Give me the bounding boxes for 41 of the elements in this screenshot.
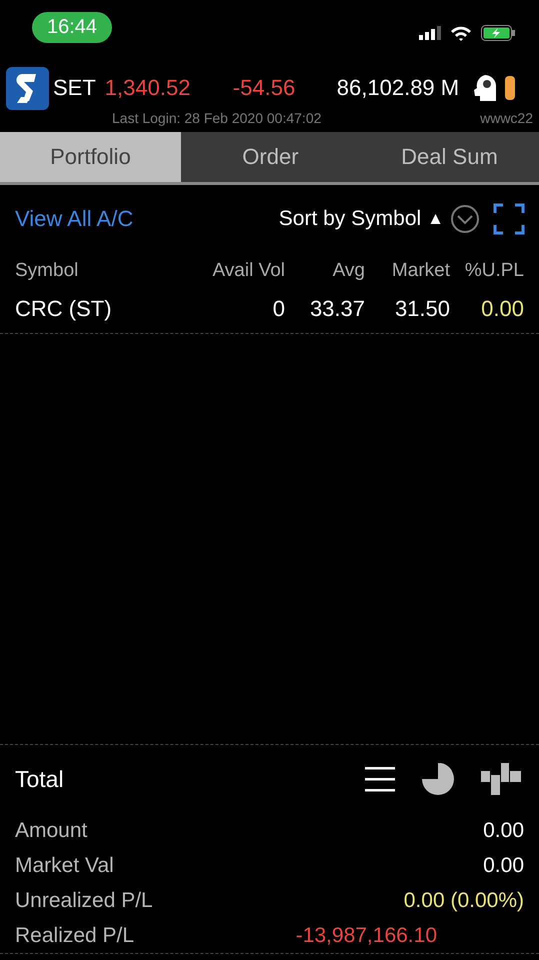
index-change: -54.56 — [232, 75, 296, 101]
tab[interactable]: Order — [180, 132, 360, 182]
user-id: wwwc22 — [480, 110, 533, 128]
summary-label: Unrealized P/L — [15, 888, 153, 912]
view-all-link[interactable]: View All A/C — [15, 206, 134, 232]
tab[interactable]: Deal Sum — [360, 132, 539, 182]
summary-label: Realized P/L — [15, 924, 134, 948]
column-header: Avail Vol — [211, 259, 285, 283]
summary-value: -13,987,166.10 — [296, 924, 437, 948]
column-header: Market — [390, 259, 450, 283]
index-name: SET — [53, 75, 96, 101]
table-cell-text: 33.37 — [308, 295, 365, 323]
column-header: Symbol — [15, 259, 80, 283]
column-header: %U.PL — [464, 259, 524, 283]
summary-label: Amount — [15, 818, 88, 842]
list-icon[interactable] — [365, 766, 395, 792]
battery-charging-icon — [481, 25, 515, 41]
signal-icon — [419, 26, 441, 40]
total-title: Total — [15, 766, 64, 792]
table-cell-text: 0 — [272, 295, 285, 323]
table-cell-text: 31.50 — [394, 295, 450, 323]
column-header: Avg — [332, 259, 365, 283]
summary-value: 0.00 — [483, 818, 524, 842]
index-value: 1,340.52 — [104, 75, 192, 101]
tab[interactable]: Portfolio — [0, 132, 181, 182]
summary-value: 0.00 — [483, 854, 524, 878]
clock: 16:44 — [32, 12, 112, 42]
pie-chart-icon[interactable] — [421, 762, 455, 796]
table-cell-text: 0.00 — [480, 295, 524, 323]
summary-value: 0.00 (0.00%) — [404, 888, 524, 912]
dropdown-icon[interactable] — [450, 204, 480, 234]
table-cell-text: CRC (ST) — [15, 295, 113, 323]
wifi-icon — [451, 26, 471, 40]
sort-arrow[interactable]: ▲ — [427, 209, 444, 229]
last-login-text: Last Login: 28 Feb 2020 00:47:02 — [112, 110, 322, 128]
sort-label[interactable]: Sort by Symbol — [278, 207, 422, 231]
fullscreen-icon[interactable] — [493, 203, 525, 235]
trade-volume: 86,102.89 M — [336, 75, 460, 101]
status-indicator — [505, 76, 516, 100]
app-logo — [6, 66, 49, 110]
summary-label: Market Val — [15, 854, 114, 878]
